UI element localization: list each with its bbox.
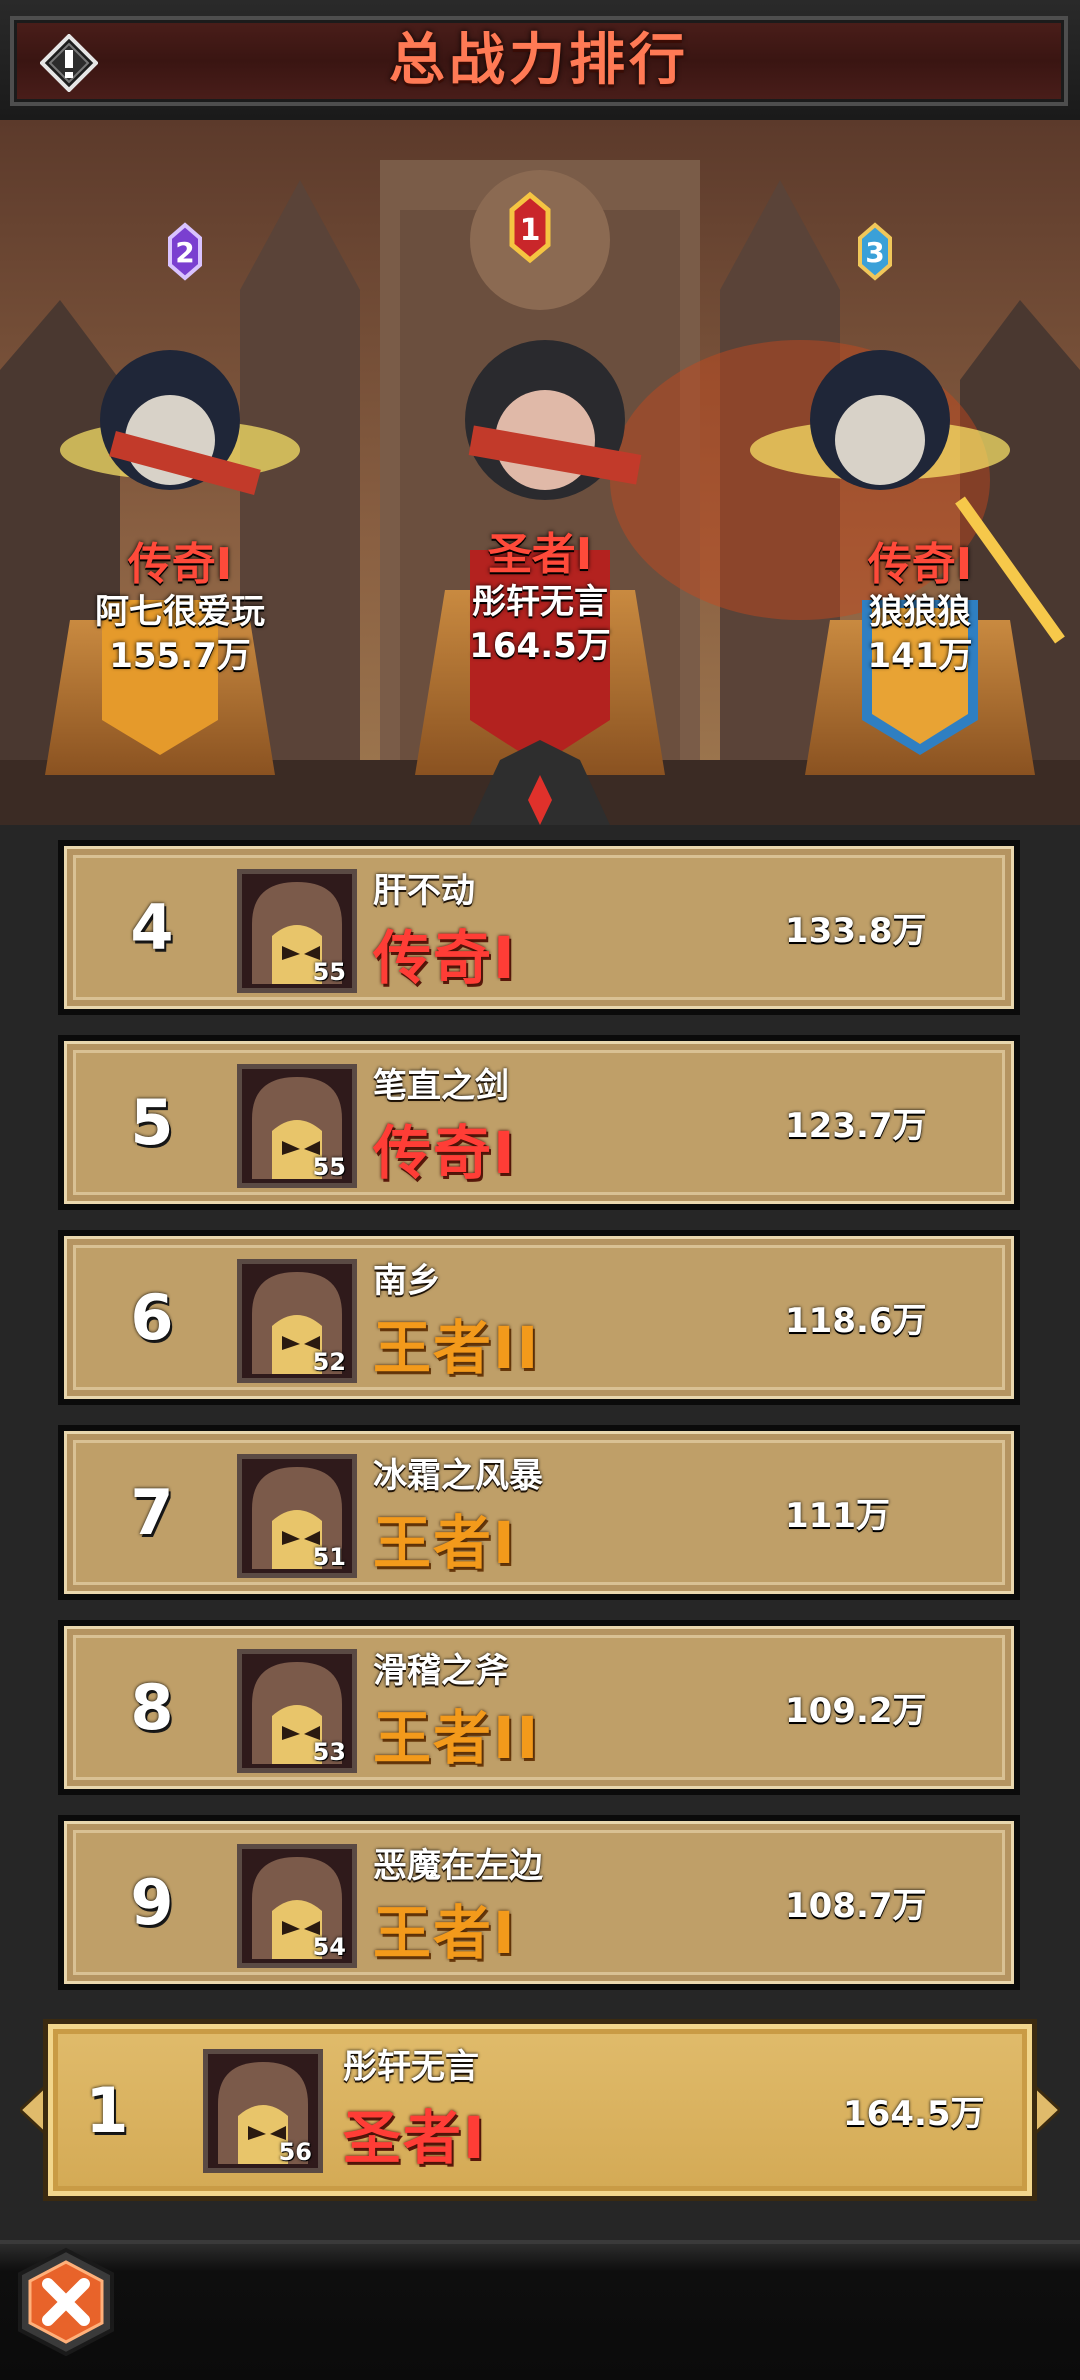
- podium-slot-1[interactable]: 圣者I 彤轩无言 164.5万: [420, 530, 660, 668]
- avatar[interactable]: 55: [237, 1064, 357, 1188]
- avatar[interactable]: 53: [237, 1649, 357, 1773]
- rank-3-medal-icon: 3: [858, 222, 892, 281]
- avatar[interactable]: 52: [237, 1259, 357, 1383]
- table-row[interactable]: 9 54 恶魔在左边 王者I 108.7万: [58, 1815, 1020, 1990]
- rank-number: 4: [130, 891, 174, 964]
- avatar[interactable]: 56: [203, 2049, 323, 2173]
- row-panel: 4 55 肝不动 传奇I 133.8万: [64, 846, 1014, 1009]
- rank-number: 7: [130, 1476, 174, 1549]
- svg-text:1: 1: [520, 213, 541, 248]
- tier-label: 传奇I: [373, 1119, 517, 1187]
- row-panel: 6 52 南乡 王者II 118.6万: [64, 1236, 1014, 1399]
- ranking-list[interactable]: 4 55 肝不动 传奇I 133.8万 5 55 笔直之剑 传奇I 123.7万…: [0, 825, 1080, 2020]
- level-badge: 56: [278, 2138, 312, 2166]
- close-x-icon: [18, 2247, 114, 2357]
- table-row[interactable]: 7 51 冰霜之风暴 王者I 111万: [58, 1425, 1020, 1600]
- row-panel: 8 53 滑稽之斧 王者II 109.2万: [64, 1626, 1014, 1789]
- info-button[interactable]: [39, 33, 99, 93]
- rank-number: 1: [85, 2073, 129, 2147]
- my-rank-row[interactable]: 1 56 彤轩无言 圣者I 164.5万: [20, 2018, 1060, 2202]
- rank-number: 8: [130, 1671, 174, 1744]
- podium-slot-2[interactable]: 传奇I 阿七很爱玩 155.7万: [60, 540, 300, 678]
- podium-player-name: 狼狼狼: [869, 592, 971, 632]
- player-name: 冰霜之风暴: [373, 1456, 543, 1496]
- svg-text:2: 2: [175, 236, 194, 269]
- podium-power: 164.5万: [469, 626, 611, 666]
- podium-background: 2 1 3: [0, 120, 1080, 825]
- podium-section: 2 1 3 传奇I 阿七很爱玩 155.7万 圣者I 彤轩无言 164.5万 传…: [0, 120, 1080, 825]
- rank-number: 5: [130, 1086, 174, 1159]
- power-value: 118.6万: [785, 1301, 927, 1341]
- table-row[interactable]: 8 53 滑稽之斧 王者II 109.2万: [58, 1620, 1020, 1795]
- podium-tier: 圣者I: [487, 529, 593, 580]
- level-badge: 52: [312, 1348, 346, 1376]
- bottom-bar: [0, 2240, 1080, 2380]
- podium-power: 155.7万: [109, 636, 251, 676]
- title-bar: 总战力排行: [10, 16, 1068, 106]
- rank-number: 6: [130, 1281, 174, 1354]
- rank-2-medal-icon: 2: [168, 222, 202, 281]
- podium-power: 141万: [867, 636, 973, 676]
- table-row[interactable]: 6 52 南乡 王者II 118.6万: [58, 1230, 1020, 1405]
- player-name: 南乡: [373, 1261, 441, 1301]
- podium-player-name: 阿七很爱玩: [95, 592, 265, 632]
- tier-label: 王者I: [373, 1509, 517, 1577]
- table-row[interactable]: 4 55 肝不动 传奇I 133.8万: [58, 840, 1020, 1015]
- player-name: 彤轩无言: [343, 2047, 479, 2087]
- power-value: 111万: [785, 1496, 890, 1536]
- power-value: 133.8万: [785, 911, 927, 951]
- row-panel: 5 55 笔直之剑 传奇I 123.7万: [64, 1041, 1014, 1204]
- level-badge: 51: [312, 1543, 346, 1571]
- level-badge: 54: [312, 1933, 346, 1961]
- level-badge: 53: [312, 1738, 346, 1766]
- header: 总战力排行: [0, 0, 1080, 124]
- power-value: 164.5万: [843, 2093, 985, 2134]
- tier-label: 圣者I: [343, 2104, 487, 2172]
- tier-label: 王者II: [373, 1314, 541, 1382]
- player-name: 恶魔在左边: [373, 1846, 543, 1886]
- tier-label: 王者I: [373, 1899, 517, 1967]
- level-badge: 55: [312, 1153, 346, 1181]
- player-name: 笔直之剑: [373, 1066, 509, 1106]
- close-button[interactable]: [8, 2244, 124, 2360]
- page-title: 总战力排行: [389, 28, 689, 93]
- podium-tier: 传奇I: [127, 539, 233, 590]
- avatar[interactable]: 54: [237, 1844, 357, 1968]
- level-badge: 55: [312, 958, 346, 986]
- rank-number: 9: [130, 1866, 174, 1939]
- podium-player-name: 彤轩无言: [472, 582, 608, 622]
- podium-slot-3[interactable]: 传奇I 狼狼狼 141万: [800, 540, 1040, 678]
- podium-tier: 传奇I: [867, 539, 973, 590]
- power-value: 109.2万: [785, 1691, 927, 1731]
- avatar[interactable]: 55: [237, 869, 357, 993]
- rank-1-medal-icon: 1: [509, 191, 551, 264]
- row-panel: 7 51 冰霜之风暴 王者I 111万: [64, 1431, 1014, 1594]
- player-name: 滑稽之斧: [373, 1651, 509, 1691]
- my-rank-panel: 1 56 彤轩无言 圣者I 164.5万: [48, 2024, 1032, 2196]
- player-name: 肝不动: [373, 871, 475, 911]
- right-arrow-ornament-icon: [1028, 2080, 1060, 2140]
- row-panel: 9 54 恶魔在左边 王者I 108.7万: [64, 1821, 1014, 1984]
- avatar[interactable]: 51: [237, 1454, 357, 1578]
- tier-label: 王者II: [373, 1704, 541, 1772]
- power-value: 123.7万: [785, 1106, 927, 1146]
- warning-diamond-icon: [39, 33, 99, 93]
- table-row[interactable]: 5 55 笔直之剑 传奇I 123.7万: [58, 1035, 1020, 1210]
- power-value: 108.7万: [785, 1886, 927, 1926]
- svg-text:3: 3: [865, 236, 884, 269]
- tier-label: 传奇I: [373, 924, 517, 992]
